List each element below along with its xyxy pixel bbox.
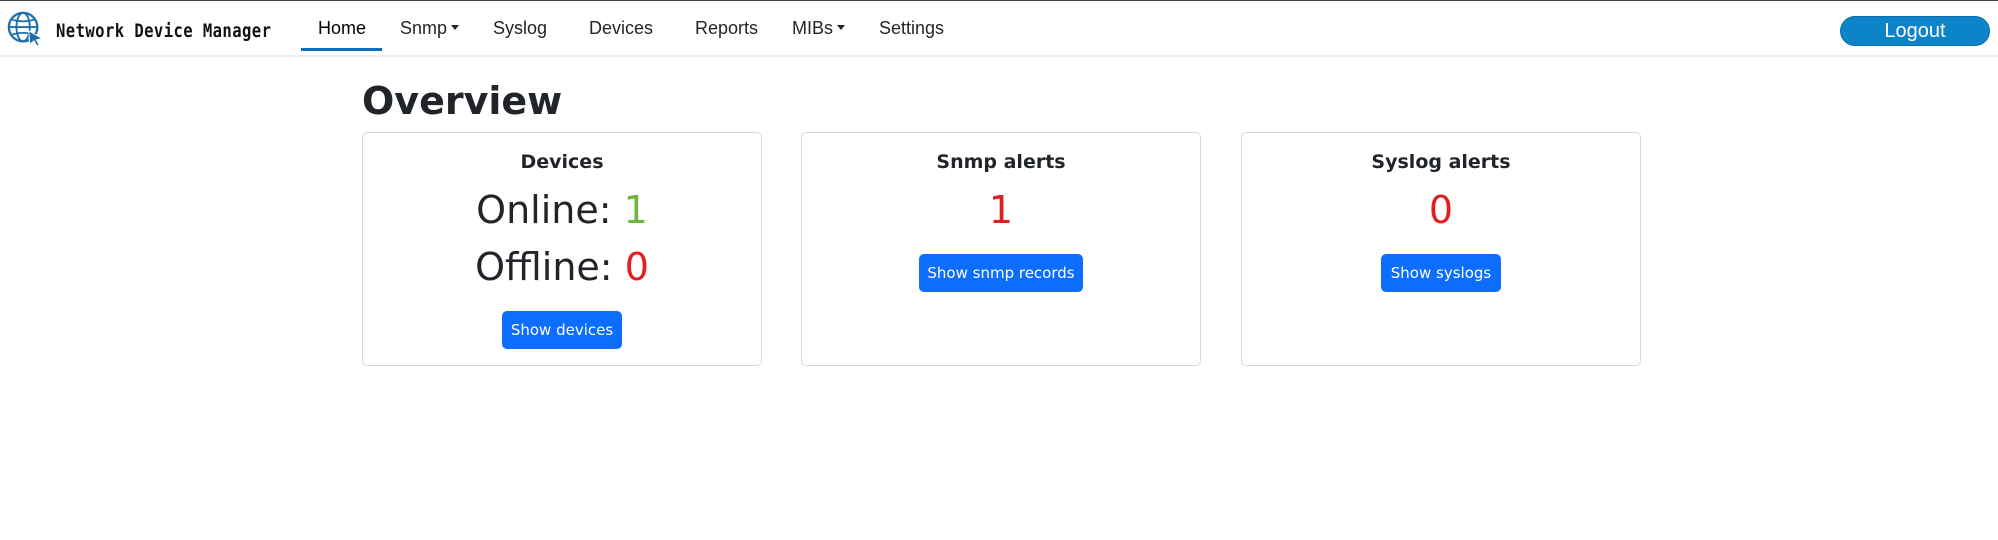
nav-reports[interactable]: Reports <box>695 18 758 39</box>
show-devices-button[interactable]: Show devices <box>502 311 622 349</box>
offline-count: 0 <box>624 245 649 289</box>
syslog-alert-count: 0 <box>1428 188 1454 232</box>
syslog-card-title: Syslog alerts <box>1371 151 1511 173</box>
devices-card-title: Devices <box>520 151 604 173</box>
nav-snmp-label: Snmp <box>400 18 448 38</box>
show-syslogs-button[interactable]: Show syslogs <box>1381 254 1501 292</box>
nav-devices[interactable]: Devices <box>589 18 653 39</box>
nav-snmp-dropdown[interactable]: Snmp <box>400 18 460 39</box>
online-label: Online: <box>476 188 624 232</box>
online-count: 1 <box>623 188 648 232</box>
logout-button[interactable]: Logout <box>1840 16 1990 46</box>
caret-down-icon <box>837 24 846 30</box>
globe-cursor-icon <box>6 10 44 53</box>
nav-home[interactable]: Home <box>318 18 366 39</box>
online-count-row: Online: 1 <box>363 188 761 232</box>
nav-mibs-label: MIBs <box>792 18 834 38</box>
caret-down-icon <box>451 24 460 30</box>
nav-mibs-dropdown[interactable]: MIBs <box>792 18 846 39</box>
nav-syslog[interactable]: Syslog <box>493 18 547 39</box>
devices-card: Devices Online: 1 Offline: 0 Show device… <box>362 132 762 366</box>
snmp-alert-count: 1 <box>988 188 1014 232</box>
nav-settings[interactable]: Settings <box>879 18 944 39</box>
app-title: Network Device Manager <box>56 20 272 42</box>
snmp-card-title: Snmp alerts <box>936 151 1066 173</box>
active-tab-indicator <box>301 48 382 51</box>
show-snmp-records-button[interactable]: Show snmp records <box>919 254 1083 292</box>
offline-label: Offline: <box>475 245 625 289</box>
snmp-alerts-card: Snmp alerts 1 Show snmp records <box>801 132 1201 366</box>
brand[interactable]: Network Device Manager <box>6 11 319 51</box>
page-title: Overview <box>362 79 563 123</box>
syslog-alerts-card: Syslog alerts 0 Show syslogs <box>1241 132 1641 366</box>
top-navbar: Network Device Manager Home Snmp Syslog … <box>0 0 1998 57</box>
offline-count-row: Offline: 0 <box>363 245 761 289</box>
